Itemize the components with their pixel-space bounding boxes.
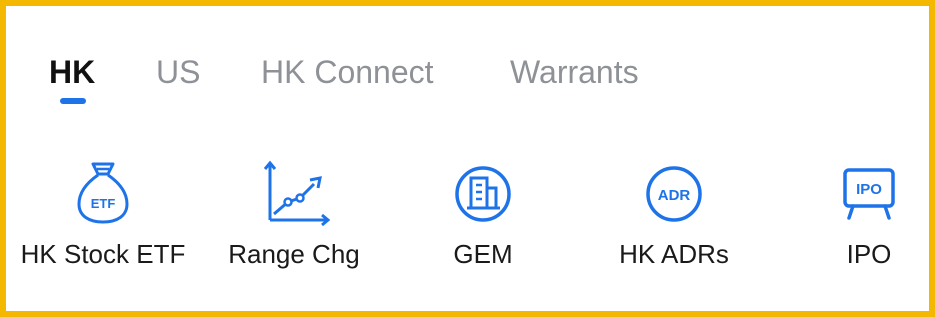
ipo-shortcut[interactable]: IPO IPO xyxy=(774,156,935,286)
range-chg-shortcut[interactable]: Range Chg xyxy=(199,156,389,286)
tab-hk-connect[interactable]: HK Connect xyxy=(261,52,434,92)
market-tabs: HK US HK Connect Warrants xyxy=(6,6,929,116)
active-tab-indicator xyxy=(60,98,86,104)
gem-shortcut[interactable]: GEM xyxy=(388,156,578,286)
shortcut-label: IPO xyxy=(846,239,892,269)
shortcut-label: HK ADRs xyxy=(619,239,729,269)
tab-us[interactable]: US xyxy=(156,52,200,92)
hk-adrs-shortcut[interactable]: ADR HK ADRs xyxy=(579,156,769,286)
tab-hk[interactable]: HK xyxy=(49,52,95,92)
range-chart-icon xyxy=(263,160,330,227)
building-circle-icon xyxy=(455,166,511,222)
ipo-billboard-icon: IPO xyxy=(843,168,895,220)
svg-text:ETF: ETF xyxy=(91,196,116,211)
tab-warrants[interactable]: Warrants xyxy=(510,52,639,92)
hk-stock-etf-shortcut[interactable]: ETF HK Stock ETF xyxy=(8,156,198,286)
shortcut-label: Range Chg xyxy=(228,239,360,269)
svg-text:IPO: IPO xyxy=(856,181,882,198)
market-panel: HK US HK Connect Warrants ETF HK Stock E… xyxy=(0,0,935,317)
shortcut-label: HK Stock ETF xyxy=(20,239,186,269)
etf-money-bag-icon: ETF xyxy=(77,162,129,224)
shortcut-label: GEM xyxy=(453,239,513,269)
adr-circle-icon: ADR xyxy=(646,166,702,222)
svg-text:ADR: ADR xyxy=(658,187,691,204)
